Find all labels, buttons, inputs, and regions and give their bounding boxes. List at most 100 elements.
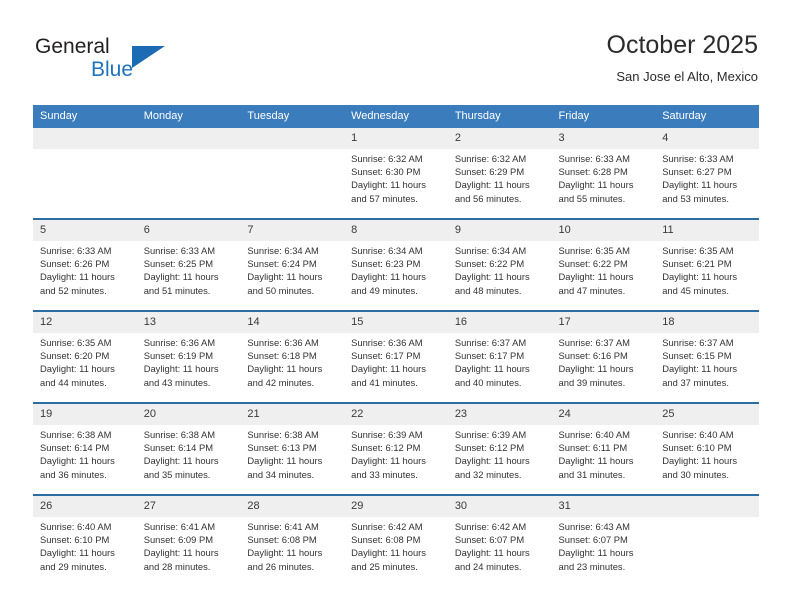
calendar-day-cell[interactable]: 17 Sunrise: 6:37 AM Sunset: 6:16 PM Dayligh…: [551, 310, 656, 403]
sunset-text: Sunset: 6:30 PM: [351, 166, 421, 178]
triangle-icon: [132, 46, 165, 68]
calendar-day-cell[interactable]: 9 Sunrise: 6:34 AM Sunset: 6:22 PM Daylight…: [447, 218, 552, 311]
sunset-text: Sunset: 6:11 PM: [558, 442, 628, 454]
calendar-day-cell[interactable]: 26 Sunrise: 6:40 AM Sunset: 6:10 PM Dayligh…: [33, 494, 137, 586]
daylight-text-line1: Daylight: 11 hours: [558, 363, 634, 375]
day-number: 5: [33, 220, 137, 241]
sunrise-text: Sunrise: 6:33 AM: [662, 153, 734, 164]
daylight-text-line1: Daylight: 11 hours: [558, 271, 634, 283]
day-number: [655, 496, 759, 517]
calendar-day-cell[interactable]: 22 Sunrise: 6:39 AM Sunset: 6:12 PM Dayligh…: [344, 402, 448, 495]
day-details: Sunrise: 6:40 AM Sunset: 6:10 PM Daylight:…: [33, 517, 137, 573]
sunset-text: Sunset: 6:28 PM: [558, 166, 628, 178]
daylight-text-line2: and 32 minutes.: [454, 468, 522, 480]
calendar-day-cell[interactable]: 4 Sunrise: 6:33 AM Sunset: 6:27 PM Daylight…: [655, 128, 759, 219]
sunrise-text: Sunrise: 6:33 AM: [40, 245, 112, 256]
day-number: 3: [551, 128, 656, 149]
calendar-day-cell[interactable]: 27 Sunrise: 6:41 AM Sunset: 6:09 PM Dayligh…: [136, 494, 241, 586]
sunrise-text: Sunrise: 6:33 AM: [143, 245, 216, 256]
sunset-text: Sunset: 6:12 PM: [454, 442, 525, 454]
calendar-day-cell[interactable]: 3 Sunrise: 6:33 AM Sunset: 6:28 PM Daylight…: [551, 128, 656, 219]
day-number: [136, 128, 241, 149]
day-number: [240, 128, 345, 149]
calendar-day-cell[interactable]: 18 Sunrise: 6:37 AM Sunset: 6:15 PM Dayligh…: [655, 310, 759, 403]
calendar-day-cell[interactable]: 25 Sunrise: 6:40 AM Sunset: 6:10 PM Dayligh…: [655, 402, 759, 495]
daylight-text-line1: Daylight: 11 hours: [558, 179, 634, 191]
day-number: 25: [655, 404, 759, 425]
calendar-day-cell[interactable]: 21 Sunrise: 6:38 AM Sunset: 6:13 PM Dayligh…: [240, 402, 345, 495]
sunset-text: Sunset: 6:15 PM: [662, 350, 732, 362]
general-blue-logo[interactable]: General Blue: [35, 35, 215, 87]
calendar-day-cell[interactable]: 20 Sunrise: 6:38 AM Sunset: 6:14 PM Dayligh…: [136, 402, 241, 495]
calendar-day-cell[interactable]: 30 Sunrise: 6:42 AM Sunset: 6:07 PM Dayligh…: [447, 494, 552, 586]
calendar-day-cell[interactable]: 29 Sunrise: 6:42 AM Sunset: 6:08 PM Dayligh…: [344, 494, 448, 586]
calendar-day-cell[interactable]: 10 Sunrise: 6:35 AM Sunset: 6:22 PM Dayligh…: [551, 218, 656, 311]
daylight-text-line1: Daylight: 11 hours: [247, 455, 323, 467]
calendar-day-cell[interactable]: 12 Sunrise: 6:35 AM Sunset: 6:20 PM Dayligh…: [33, 310, 137, 403]
sunset-text: Sunset: 6:17 PM: [454, 350, 525, 362]
sunset-text: Sunset: 6:16 PM: [558, 350, 628, 362]
sunrise-text: Sunrise: 6:37 AM: [454, 337, 527, 348]
calendar-day-cell[interactable]: 19 Sunrise: 6:38 AM Sunset: 6:14 PM Dayligh…: [33, 402, 137, 495]
calendar-day-cell[interactable]: 23 Sunrise: 6:39 AM Sunset: 6:12 PM Dayligh…: [447, 402, 552, 495]
daylight-text-line2: and 49 minutes.: [351, 284, 418, 296]
day-number: 1: [344, 128, 448, 149]
day-number: 23: [447, 404, 552, 425]
daylight-text-line1: Daylight: 11 hours: [662, 455, 738, 467]
calendar-day-cell[interactable]: 15 Sunrise: 6:36 AM Sunset: 6:17 PM Dayligh…: [344, 310, 448, 403]
weekday-header-thursday: Thursday: [447, 105, 552, 128]
calendar-day-cell[interactable]: 8 Sunrise: 6:34 AM Sunset: 6:23 PM Daylight…: [344, 218, 448, 311]
day-number: 12: [33, 312, 137, 333]
sunrise-text: Sunrise: 6:42 AM: [454, 521, 527, 532]
day-details: Sunrise: 6:40 AM Sunset: 6:10 PM Daylight:…: [655, 425, 759, 481]
day-number: 22: [344, 404, 448, 425]
day-details: Sunrise: 6:42 AM Sunset: 6:07 PM Daylight:…: [448, 517, 552, 573]
calendar-day-cell[interactable]: 24 Sunrise: 6:40 AM Sunset: 6:11 PM Dayligh…: [551, 402, 656, 495]
day-details: Sunrise: 6:32 AM Sunset: 6:30 PM Daylight:…: [344, 149, 448, 205]
sunrise-text: Sunrise: 6:40 AM: [40, 521, 112, 532]
page-subtitle: San Jose el Alto, Mexico: [616, 69, 758, 84]
calendar-day-cell[interactable]: 31 Sunrise: 6:43 AM Sunset: 6:07 PM Dayligh…: [551, 494, 656, 586]
calendar-day-cell[interactable]: 5 Sunrise: 6:33 AM Sunset: 6:26 PM Daylight…: [33, 218, 137, 311]
calendar-day-cell[interactable]: 6 Sunrise: 6:33 AM Sunset: 6:25 PM Daylight…: [136, 218, 241, 311]
sunset-text: Sunset: 6:19 PM: [143, 350, 214, 362]
weekday-header-row: Sunday Monday Tuesday Wednesday Thursday…: [33, 105, 759, 128]
calendar-day-cell[interactable]: 11 Sunrise: 6:35 AM Sunset: 6:21 PM Dayligh…: [655, 218, 759, 311]
daylight-text-line1: Daylight: 11 hours: [40, 547, 115, 559]
sunset-text: Sunset: 6:13 PM: [247, 442, 317, 454]
calendar-day-cell[interactable]: 16 Sunrise: 6:37 AM Sunset: 6:17 PM Dayligh…: [447, 310, 552, 403]
weekday-header-friday: Friday: [551, 105, 656, 128]
sunset-text: Sunset: 6:23 PM: [351, 258, 421, 270]
weekday-header-tuesday: Tuesday: [240, 105, 345, 128]
sunset-text: Sunset: 6:08 PM: [351, 534, 421, 546]
daylight-text-line1: Daylight: 11 hours: [247, 363, 323, 375]
calendar-day-cell[interactable]: 7 Sunrise: 6:34 AM Sunset: 6:24 PM Daylight…: [240, 218, 345, 311]
calendar-day-cell[interactable]: 1 Sunrise: 6:32 AM Sunset: 6:30 PM Daylight…: [344, 128, 448, 219]
calendar-day-cell[interactable]: 14 Sunrise: 6:36 AM Sunset: 6:18 PM Dayligh…: [240, 310, 345, 403]
daylight-text-line2: and 30 minutes.: [662, 468, 729, 480]
sunset-text: Sunset: 6:14 PM: [40, 442, 110, 454]
calendar-day-cell[interactable]: 28 Sunrise: 6:41 AM Sunset: 6:08 PM Dayligh…: [240, 494, 345, 586]
sunset-text: Sunset: 6:10 PM: [662, 442, 732, 454]
day-number: 6: [136, 220, 241, 241]
calendar-page: General Blue October 2025 San Jose el Al…: [0, 0, 792, 612]
daylight-text-line2: and 31 minutes.: [558, 468, 626, 480]
sunrise-text: Sunrise: 6:34 AM: [351, 245, 423, 256]
calendar-day-cell-empty: [136, 128, 241, 219]
daylight-text-line1: Daylight: 11 hours: [662, 363, 738, 375]
day-details: Sunrise: 6:37 AM Sunset: 6:17 PM Daylight:…: [448, 333, 552, 389]
sunset-text: Sunset: 6:22 PM: [558, 258, 628, 270]
sunset-text: Sunset: 6:20 PM: [40, 350, 110, 362]
weekday-header-saturday: Saturday: [655, 105, 759, 128]
daylight-text-line2: and 45 minutes.: [662, 284, 729, 296]
daylight-text-line1: Daylight: 11 hours: [351, 271, 426, 283]
day-number: 10: [551, 220, 656, 241]
calendar-day-cell[interactable]: 2 Sunrise: 6:32 AM Sunset: 6:29 PM Daylight…: [447, 128, 552, 219]
calendar-day-cell[interactable]: 13 Sunrise: 6:36 AM Sunset: 6:19 PM Dayligh…: [136, 310, 241, 403]
daylight-text-line2: and 26 minutes.: [247, 560, 315, 572]
sunrise-text: Sunrise: 6:43 AM: [558, 521, 630, 532]
sunrise-text: Sunrise: 6:36 AM: [143, 337, 216, 348]
calendar-week-row: 19 Sunrise: 6:38 AM Sunset: 6:14 PM Dayligh…: [33, 402, 759, 495]
day-number: 30: [447, 496, 552, 517]
day-number: 28: [240, 496, 345, 517]
